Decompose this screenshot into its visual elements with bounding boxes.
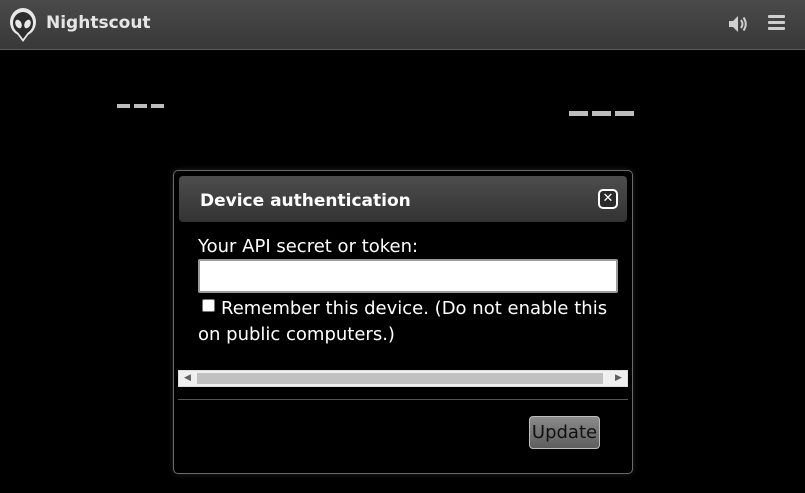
scroll-left-icon[interactable]: ◀ [179,371,196,386]
api-secret-label: Your API secret or token: [198,236,419,257]
dialog-title: Device authentication [200,191,411,211]
top-bar: Nightscout [0,0,805,50]
alien-logo-icon[interactable] [8,7,38,43]
auth-dialog: Device authentication ✕ Your API secret … [173,170,633,474]
scroll-right-icon[interactable]: ▶ [610,371,627,386]
remember-device-checkbox[interactable] [202,299,215,312]
horizontal-scrollbar[interactable]: ◀ ▶ [178,370,628,387]
scrollbar-thumb[interactable] [197,373,603,384]
hamburger-menu-icon[interactable] [768,15,785,31]
close-icon[interactable]: ✕ [598,189,618,209]
remember-device-row: Remember this device. (Do not enable thi… [198,296,608,348]
app-title: Nightscout [46,13,151,33]
dialog-divider [178,399,628,400]
api-secret-input[interactable] [198,259,618,293]
delta-placeholder [569,111,638,116]
remember-device-label: Remember this device. (Do not enable thi… [198,298,608,345]
bg-value-placeholder [117,104,168,108]
volume-icon[interactable] [728,15,748,33]
update-button[interactable]: Update [529,416,600,449]
dialog-header: Device authentication ✕ [179,176,627,222]
